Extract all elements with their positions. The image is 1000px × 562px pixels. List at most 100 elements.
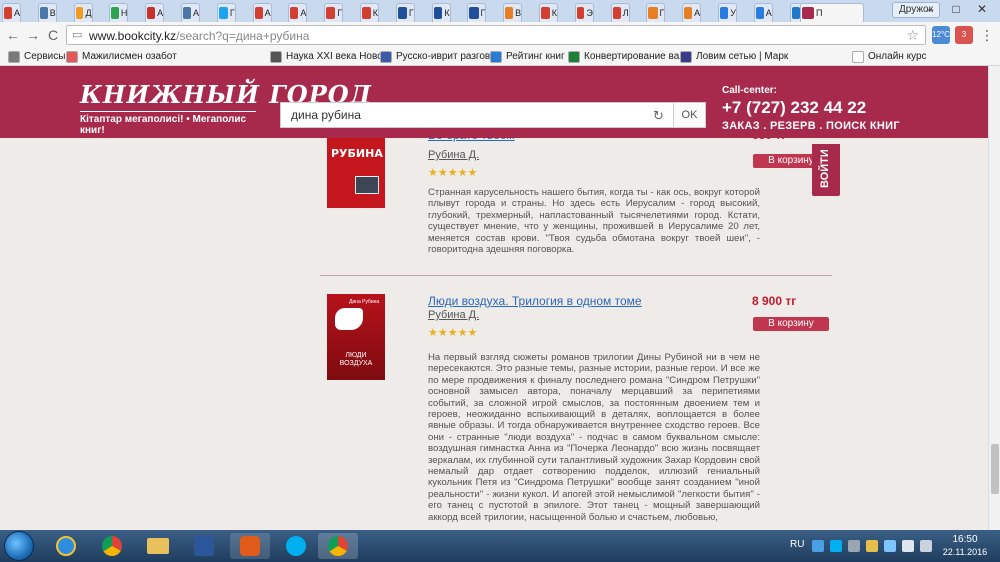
browser-tab[interactable]: К [431, 3, 451, 22]
volume-icon[interactable] [902, 540, 914, 552]
back-icon[interactable]: ← [4, 26, 22, 44]
tab-favicon-icon [111, 7, 119, 19]
browser-tab[interactable]: А [252, 3, 272, 22]
bookmark-label: Наука XXI века Новс [286, 51, 383, 62]
book-author-link[interactable]: Рубина Д. [428, 149, 479, 161]
tab-favicon-icon [147, 7, 156, 19]
tab-favicon-icon [802, 7, 814, 19]
browser-tab[interactable]: Г [324, 3, 344, 22]
tab-favicon-icon [75, 7, 84, 19]
bookmark-item[interactable]: Рейтинг книг [490, 50, 565, 64]
browser-tab[interactable]: Г [216, 3, 236, 22]
add-to-cart-button[interactable]: В корзину [753, 317, 829, 331]
bookmark-item[interactable]: Наука XXI века Новс [270, 50, 382, 64]
ie-icon[interactable] [46, 533, 86, 559]
tab-favicon-icon [648, 7, 658, 19]
tray-icon[interactable] [848, 540, 860, 552]
browser-tab[interactable]: Л [610, 3, 630, 22]
tab-favicon-icon [362, 7, 371, 19]
browser-tab[interactable]: Г [395, 3, 415, 22]
browser-tab[interactable]: В [37, 3, 57, 22]
tab-favicon-icon [39, 7, 48, 19]
word-icon[interactable] [184, 533, 224, 559]
scrollbar-thumb[interactable] [991, 444, 999, 494]
browser-tab-active[interactable]: П [800, 3, 864, 22]
weather-extension-icon[interactable]: 12°C [932, 26, 950, 44]
close-button[interactable]: ✕ [970, 0, 994, 18]
tray-icon[interactable] [866, 540, 878, 552]
tray-skype-icon[interactable] [830, 540, 842, 552]
explorer-folder-icon[interactable] [138, 533, 178, 559]
skype-icon[interactable] [276, 533, 316, 559]
book-price: 8 900 тг [752, 294, 797, 308]
bookmark-item[interactable]: Мажилисмен озабот [66, 50, 177, 64]
tab-favicon-icon [254, 7, 263, 19]
browser-tab[interactable]: А [145, 3, 165, 22]
tray-icon[interactable] [812, 540, 824, 552]
bookmark-item[interactable]: Ловим сетью | Марк [680, 50, 788, 64]
bookmark-star-icon[interactable]: ☆ [906, 27, 919, 44]
browser-tab[interactable]: А [682, 3, 702, 22]
bookmark-label: Сервисы [24, 51, 66, 62]
tab-favicon-icon [397, 7, 407, 19]
chrome-active-icon[interactable] [318, 533, 358, 559]
bookmark-item[interactable]: Онлайн курс [852, 50, 927, 64]
browser-tab[interactable]: А [288, 3, 308, 22]
page-scrollbar[interactable] [988, 66, 1000, 530]
menu-icon[interactable]: ⋮ [978, 26, 996, 44]
login-tab[interactable]: ВОЙТИ [812, 144, 840, 196]
browser-tab[interactable]: А [753, 3, 773, 22]
browser-tab[interactable]: Д [73, 3, 93, 22]
browser-tab[interactable]: Г [467, 3, 487, 22]
maximize-button[interactable]: □ [944, 0, 968, 18]
browser-tab[interactable]: А [2, 3, 21, 22]
tab-favicon-icon [290, 7, 299, 19]
bookmark-item[interactable]: Сервисы [8, 50, 65, 64]
site-header: КНИЖНЫЙ ГОРОД Кітаптар мегаполисі! • Мег… [0, 66, 988, 138]
tray-flag-icon[interactable] [920, 540, 932, 552]
book-author-link[interactable]: Рубина Д. [428, 309, 479, 321]
extension-badge-icon[interactable]: 3 [955, 26, 973, 44]
item-divider [320, 275, 832, 276]
search-input[interactable] [281, 103, 671, 127]
bookmark-favicon-icon [66, 51, 78, 63]
book-cover[interactable]: Дина Рубина ЛЮДИ ВОЗДУХА [327, 294, 385, 380]
browser-tab[interactable]: Г [646, 3, 666, 22]
search-ok-button[interactable]: OK [673, 103, 705, 127]
bookmark-label: Мажилисмен озабот [82, 51, 177, 62]
bookmark-label: Онлайн курс [868, 51, 927, 62]
bookmark-favicon-icon [270, 51, 282, 63]
page-icon: ▭ [72, 29, 83, 41]
tab-favicon-icon [684, 7, 693, 19]
clock-date[interactable]: 22.11.2016 [940, 547, 990, 557]
browser-tab[interactable]: У [718, 3, 737, 22]
bookmark-item[interactable]: Русско-иврит разгов [380, 50, 490, 64]
browser-tab[interactable]: В [503, 3, 523, 22]
browser-tab[interactable]: Н [109, 3, 129, 22]
tab-favicon-icon [469, 7, 479, 19]
browser-tab[interactable]: Э [574, 3, 594, 22]
address-bar[interactable]: ▭ www.bookcity.kz/search?q=дина+рубина ☆ [66, 25, 926, 45]
browser-tab[interactable]: К [539, 3, 558, 22]
tab-title: А [192, 8, 199, 18]
network-icon[interactable] [884, 540, 896, 552]
tab-favicon-icon [755, 7, 764, 19]
tab-title: Г [229, 8, 235, 18]
start-button-icon[interactable] [4, 531, 34, 561]
forward-icon[interactable]: → [24, 26, 42, 44]
reload-icon[interactable]: C [44, 26, 62, 44]
keyboard-language[interactable]: RU [790, 539, 804, 550]
chrome-icon[interactable] [92, 533, 132, 559]
browser-tab[interactable]: К [360, 3, 379, 22]
clock-time[interactable]: 16:50 [940, 534, 990, 545]
minimize-button[interactable]: – [918, 0, 942, 18]
refresh-icon[interactable]: ↻ [653, 108, 664, 124]
cover-photo [355, 176, 379, 194]
book-title-link[interactable]: Люди воздуха. Трилогия в одном томе [428, 294, 642, 308]
rating-stars-icon: ★★★★★ [428, 167, 478, 179]
bookmark-item[interactable]: Конвертирование ва [568, 50, 679, 64]
site-logo-tagline: Кітаптар мегаполисі! • Мегаполис книг! [80, 111, 256, 136]
tab-title: Г [408, 8, 414, 18]
media-player-icon[interactable] [230, 533, 270, 559]
browser-tab[interactable]: А [181, 3, 200, 22]
